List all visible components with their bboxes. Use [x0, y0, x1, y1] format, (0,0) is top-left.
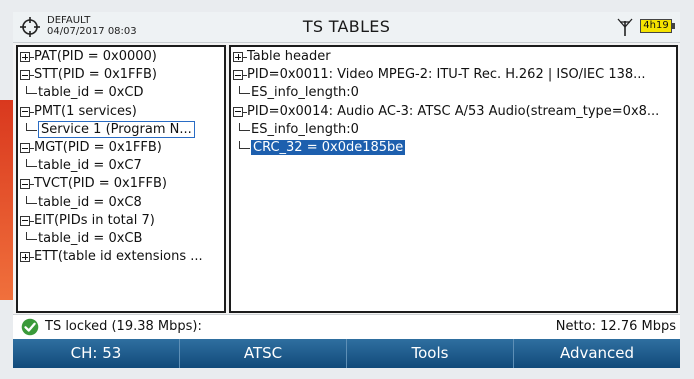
- softkey-standard[interactable]: ATSC: [180, 339, 347, 368]
- softkey-bar: CH: 53 ATSC Tools Advanced: [13, 339, 680, 368]
- left-tree-item[interactable]: MGT(PID = 0x1FFB): [34, 140, 162, 156]
- left-tree-item[interactable]: PAT(PID = 0x0000): [34, 49, 157, 65]
- expand-icon[interactable]: [20, 252, 30, 263]
- antenna-icon: [617, 18, 633, 36]
- tree-connector: [239, 122, 250, 131]
- collapse-icon[interactable]: [20, 106, 30, 117]
- collapse-icon[interactable]: [20, 215, 30, 226]
- tree-connector: [239, 141, 250, 149]
- left-tree-item[interactable]: TVCT(PID = 0x1FFB): [34, 176, 167, 192]
- left-tree-item-label: table_id = 0xC8: [38, 194, 142, 210]
- left-tree-item-label: table_id = 0xCB: [38, 231, 143, 246]
- tree-connector: [26, 159, 37, 168]
- right-tree-item[interactable]: ES_info_length:0: [251, 85, 359, 101]
- battery-icon: 4h19: [640, 19, 675, 33]
- left-tree-item[interactable]: table_id = 0xCB: [38, 231, 142, 247]
- left-tree-item-label: PAT(PID = 0x0000): [34, 49, 157, 64]
- right-tree-item[interactable]: CRC_32 = 0x0de185be: [251, 140, 406, 156]
- tree-connector: [26, 232, 37, 240]
- left-tree-item-label: table_id = 0xCD: [38, 85, 144, 101]
- right-tree-item[interactable]: Table header: [247, 49, 331, 65]
- collapse-icon[interactable]: [233, 70, 243, 81]
- collapse-icon[interactable]: [20, 143, 30, 153]
- collapse-icon[interactable]: [20, 70, 30, 81]
- collapse-icon[interactable]: [20, 179, 30, 190]
- device-frame: DEFAULT 04/07/2017 08:03 TS TABLES 4h19 …: [0, 0, 694, 379]
- tree-connector: [26, 86, 37, 95]
- left-tree-item[interactable]: table_id = 0xC8: [38, 195, 142, 211]
- softkey-tools[interactable]: Tools: [347, 339, 514, 368]
- right-tree-item-label: PID=0x0014: Audio AC-3: ATSC A/53 Audio(…: [247, 103, 660, 119]
- screen: DEFAULT 04/07/2017 08:03 TS TABLES 4h19 …: [13, 12, 680, 368]
- tree-connector: [239, 86, 250, 95]
- right-tree-item[interactable]: ES_info_length:0: [251, 122, 359, 138]
- right-tree-item-label: Table header: [247, 49, 331, 64]
- left-tree-item-label: Service 1 (Program N...: [38, 120, 195, 138]
- right-tree-item[interactable]: PID=0x0014: Audio AC-3: ATSC A/53 Audio(…: [247, 104, 659, 120]
- expand-icon[interactable]: [20, 52, 30, 62]
- left-tree-item[interactable]: STT(PID = 0x1FFB): [34, 67, 157, 83]
- left-tree-item[interactable]: PMT(1 services): [34, 104, 137, 120]
- left-tree-item[interactable]: table_id = 0xCD: [38, 85, 144, 101]
- left-tree-item-label: STT(PID = 0x1FFB): [34, 67, 157, 83]
- page-title: TS TABLES: [302, 17, 391, 36]
- right-tree-item-label: ES_info_length:0: [251, 85, 359, 101]
- device-accent-stripe: [0, 100, 13, 300]
- softkey-advanced[interactable]: Advanced: [514, 339, 680, 368]
- left-tree-item[interactable]: table_id = 0xC7: [38, 158, 142, 174]
- left-tree-item-label: EIT(PIDs in total 7): [34, 212, 155, 228]
- status-bar: TS locked (19.38 Mbps): Netto: 12.76 Mbp…: [13, 314, 680, 340]
- right-tree-panel[interactable]: Table header PID=0x0011: Video MPEG-2: IT…: [229, 45, 678, 313]
- left-tree-panel[interactable]: PAT(PID = 0x0000) STT(PID = 0x1FFB) table_…: [16, 45, 226, 313]
- left-tree-item[interactable]: ETT(table id extensions ...: [34, 249, 203, 265]
- left-tree-item[interactable]: EIT(PIDs in total 7): [34, 213, 155, 229]
- right-tree-item-label: PID=0x0011: Video MPEG-2: ITU-T Rec. H.2…: [247, 67, 646, 83]
- left-tree-item-label: PMT(1 services): [34, 103, 137, 119]
- left-tree-item-label: ETT(table id extensions ...: [34, 249, 203, 265]
- left-tree-item-label: table_id = 0xC7: [38, 158, 142, 174]
- tree-connector: [26, 122, 37, 131]
- battery-label: 4h19: [643, 20, 669, 31]
- softkey-channel[interactable]: CH: 53: [13, 339, 180, 368]
- right-tree-item-label: ES_info_length:0: [251, 121, 359, 137]
- tree-connector: [26, 195, 37, 204]
- left-tree-item-label: MGT(PID = 0x1FFB): [34, 140, 162, 155]
- check-icon: [21, 318, 39, 336]
- right-tree-item-label: CRC_32 = 0x0de185be: [251, 140, 406, 155]
- netto-bitrate: Netto: 12.76 Mbps: [555, 319, 676, 334]
- collapse-icon[interactable]: [233, 106, 243, 117]
- left-tree-item[interactable]: Service 1 (Program N...: [38, 120, 195, 138]
- expand-icon[interactable]: [233, 52, 243, 62]
- right-tree-item[interactable]: PID=0x0011: Video MPEG-2: ITU-T Rec. H.2…: [247, 67, 646, 83]
- status-text: TS locked (19.38 Mbps):: [45, 319, 202, 334]
- left-tree-item-label: TVCT(PID = 0x1FFB): [34, 176, 167, 192]
- header-bar: DEFAULT 04/07/2017 08:03 TS TABLES 4h19: [13, 12, 680, 43]
